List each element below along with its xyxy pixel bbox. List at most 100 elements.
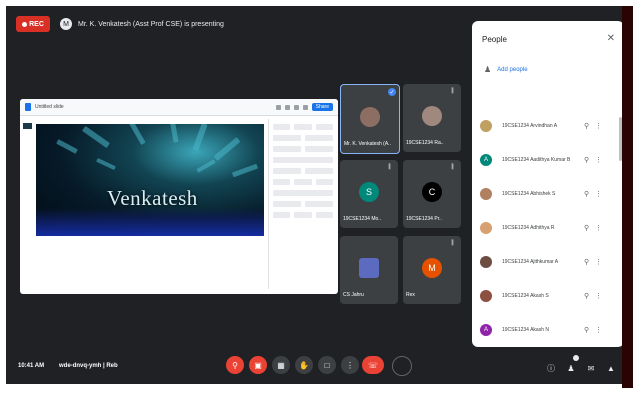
participant-name: Mr. K. Venkatesh (A.. bbox=[344, 141, 391, 147]
participant-tile[interactable]: C ∥ 19CSE1234 Pr.. bbox=[403, 160, 461, 228]
slide-canvas: Venkatesh bbox=[36, 124, 264, 236]
presenter-avatar: M bbox=[60, 18, 72, 30]
participant-name: 19CSE1234 Akash N bbox=[502, 327, 549, 333]
camera-toggle-button[interactable]: ▣ bbox=[249, 356, 267, 374]
participant-avatar bbox=[422, 106, 442, 126]
slides-side-panel bbox=[268, 119, 337, 289]
participant-name: CS Jahru bbox=[343, 292, 364, 298]
participant-avatar bbox=[360, 107, 380, 127]
participant-tile[interactable]: ✓ Mr. K. Venkatesh (A.. bbox=[340, 84, 400, 154]
leave-call-button[interactable]: ☏ bbox=[362, 356, 384, 374]
mic-off-icon: ∥ bbox=[451, 164, 454, 170]
recording-badge: REC bbox=[16, 16, 50, 32]
more-options-button[interactable]: ⋮ bbox=[341, 356, 359, 374]
mic-toggle-button[interactable]: ⚲ bbox=[226, 356, 244, 374]
list-item[interactable]: 19CSE1234 Arvindhan A ⚲ ⋮ bbox=[472, 109, 620, 143]
toolbar-icon bbox=[302, 104, 308, 110]
activities-icon[interactable]: ▲ bbox=[606, 364, 616, 374]
presenting-banner: M Mr. K. Venkatesh (Asst Prof CSE) is pr… bbox=[60, 18, 224, 30]
add-person-icon: ♟ bbox=[484, 65, 492, 74]
toolbar-icon bbox=[293, 104, 299, 110]
panel-title: People bbox=[482, 35, 507, 44]
list-item[interactable]: 19CSE1234 Akash S ⚲ ⋮ bbox=[472, 279, 620, 313]
reactions-button[interactable] bbox=[392, 356, 412, 376]
participant-name: Rex bbox=[406, 292, 415, 298]
raise-hand-button[interactable]: ✋ bbox=[295, 356, 313, 374]
participant-avatar bbox=[480, 290, 492, 302]
participant-avatar: S bbox=[359, 182, 379, 202]
more-options-icon[interactable]: ⋮ bbox=[595, 326, 602, 334]
participant-avatar: C bbox=[422, 182, 442, 202]
participant-count-badge bbox=[573, 355, 579, 361]
participant-tile[interactable]: CS Jahru bbox=[340, 236, 398, 304]
captions-icon: ▦ bbox=[277, 360, 285, 370]
list-item[interactable]: A 19CSE1234 Aadithya Kumar B ⚲ ⋮ bbox=[472, 143, 620, 177]
participant-avatar: M bbox=[422, 258, 442, 278]
more-options-icon[interactable]: ⋮ bbox=[595, 224, 602, 232]
participant-name: 19CSE1234 Pr.. bbox=[406, 216, 442, 222]
record-dot-icon bbox=[22, 21, 28, 27]
present-button[interactable]: □ bbox=[318, 356, 336, 374]
captions-button[interactable]: ▦ bbox=[272, 356, 290, 374]
participant-avatar: A bbox=[480, 324, 492, 336]
mic-off-icon: ⚲ bbox=[584, 123, 590, 130]
participant-tile[interactable]: M ∥ Rex bbox=[403, 236, 461, 304]
more-options-icon[interactable]: ⋮ bbox=[595, 258, 602, 266]
more-options-icon[interactable]: ⋮ bbox=[595, 190, 602, 198]
chat-icon[interactable]: ✉ bbox=[586, 364, 596, 374]
participant-name: 19CSE1234 Arvindhan A bbox=[502, 123, 558, 129]
phone-hangup-icon: ☏ bbox=[367, 360, 378, 370]
add-people-button[interactable]: ♟ Add people bbox=[484, 65, 528, 74]
list-item[interactable]: 19CSE1234 Adhithya R ⚲ ⋮ bbox=[472, 211, 620, 245]
participant-tile[interactable]: S ∥ 19CSE1234 Mo.. bbox=[340, 160, 398, 228]
people-icon[interactable]: ♟ bbox=[566, 364, 576, 374]
mic-off-icon: ∥ bbox=[451, 240, 454, 246]
participant-name: 19CSE1234 Aadithya Kumar B bbox=[502, 157, 571, 163]
list-item[interactable]: 19CSE1234 Abhishek S ⚲ ⋮ bbox=[472, 177, 620, 211]
mic-off-icon: ⚲ bbox=[232, 360, 238, 370]
present-icon: □ bbox=[324, 360, 330, 370]
participant-avatar bbox=[480, 222, 492, 234]
toolbar-icon bbox=[284, 104, 290, 110]
participant-name: 19CSE1234 Ajithkumar A bbox=[502, 259, 559, 265]
close-icon[interactable]: ✕ bbox=[607, 33, 615, 44]
participant-avatar: A bbox=[480, 154, 492, 166]
mic-off-icon: ⚲ bbox=[584, 191, 590, 198]
participant-avatar bbox=[359, 258, 379, 278]
slides-logo-icon bbox=[25, 103, 31, 111]
meeting-code: wde-dnvq-ymh | Reb bbox=[59, 363, 118, 369]
mic-off-icon: ⚲ bbox=[584, 259, 590, 266]
participant-avatar bbox=[480, 256, 492, 268]
call-controls-bar: 10:41 AM wde-dnvq-ymh | Reb ⚲ ▣ ▦ ✋ □ ⋮ … bbox=[6, 344, 622, 384]
mic-off-icon: ⚲ bbox=[584, 293, 590, 300]
participant-avatar bbox=[480, 188, 492, 200]
presenting-text: Mr. K. Venkatesh (Asst Prof CSE) is pres… bbox=[78, 20, 224, 28]
more-vert-icon: ⋮ bbox=[346, 360, 354, 370]
participant-avatar bbox=[480, 120, 492, 132]
list-item[interactable]: A 19CSE1234 Akash N ⚲ ⋮ bbox=[472, 313, 620, 347]
mic-off-icon: ⚲ bbox=[584, 327, 590, 334]
participant-name: 19CSE1234 Ra.. bbox=[406, 140, 444, 146]
add-people-label: Add people bbox=[497, 66, 528, 73]
hand-icon: ✋ bbox=[299, 360, 309, 370]
participant-tile[interactable]: ∥ 19CSE1234 Ra.. bbox=[403, 84, 461, 152]
window-edge bbox=[622, 6, 633, 388]
mic-off-icon: ∥ bbox=[388, 164, 391, 170]
presented-screen: Untitled slide Share Venkatesh bbox=[20, 99, 338, 294]
more-options-icon[interactable]: ⋮ bbox=[595, 156, 602, 164]
info-icon[interactable]: ⓘ bbox=[546, 364, 556, 374]
participant-name: 19CSE1234 Adhithya R bbox=[502, 225, 555, 231]
clock-time: 10:41 AM bbox=[18, 363, 45, 369]
mic-off-icon: ∥ bbox=[451, 88, 454, 94]
pin-icon: ✓ bbox=[388, 88, 396, 96]
participant-name: 19CSE1234 Akash S bbox=[502, 293, 549, 299]
camera-off-icon: ▣ bbox=[254, 360, 262, 370]
participant-name: 19CSE1234 Abhishek S bbox=[502, 191, 556, 197]
list-item[interactable]: 19CSE1234 Ajithkumar A ⚲ ⋮ bbox=[472, 245, 620, 279]
slides-toolbar: Untitled slide Share bbox=[20, 99, 338, 116]
more-options-icon[interactable]: ⋮ bbox=[595, 292, 602, 300]
more-options-icon[interactable]: ⋮ bbox=[595, 122, 602, 130]
slide-title: Venkatesh bbox=[107, 186, 198, 210]
share-button: Share bbox=[311, 103, 333, 111]
toolbar-icon bbox=[275, 104, 281, 110]
